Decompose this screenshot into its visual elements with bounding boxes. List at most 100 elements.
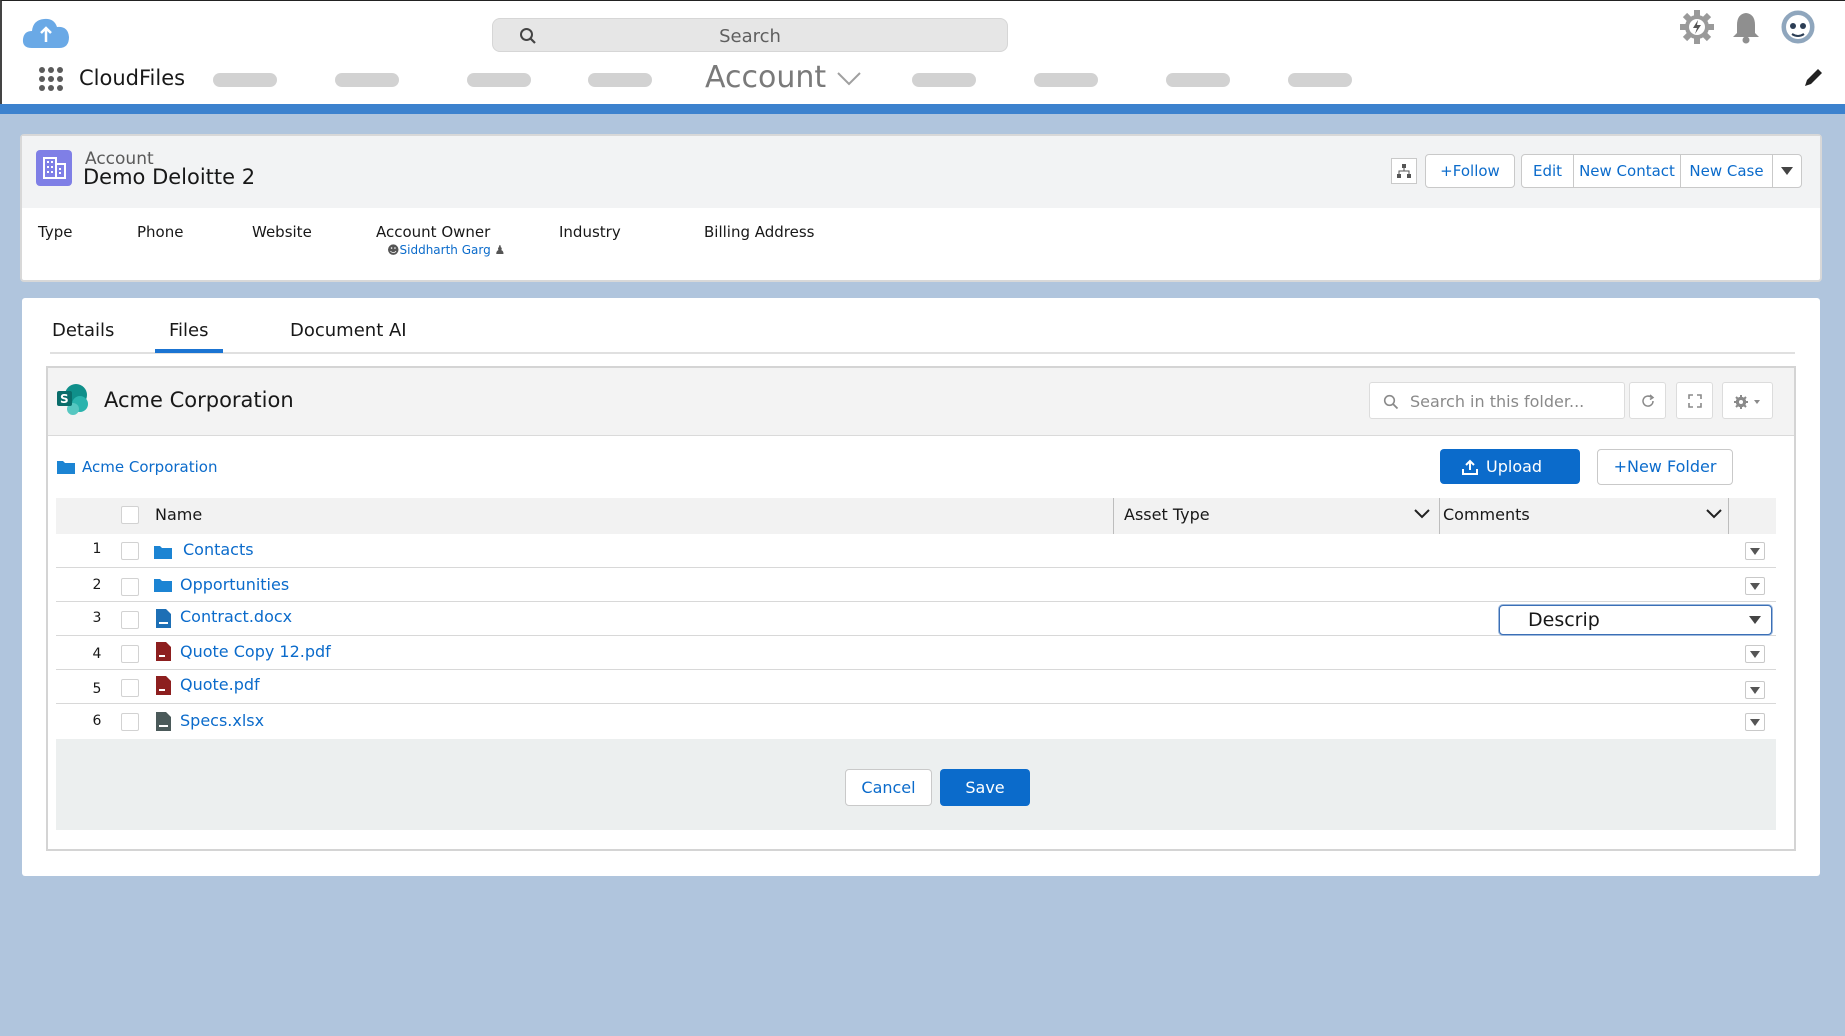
hierarchy-icon [1397, 164, 1411, 178]
file-name-link[interactable]: Quote.pdf [180, 675, 260, 694]
folder-icon [154, 579, 172, 592]
file-name-link[interactable]: Quote Copy 12.pdf [180, 642, 331, 661]
file-name-link[interactable]: Specs.xlsx [180, 711, 264, 730]
nav-item-placeholder[interactable] [1288, 73, 1352, 87]
caret-down-icon [1749, 616, 1761, 624]
field-industry-label: Industry [559, 223, 621, 241]
row-number: 6 [92, 713, 102, 729]
column-divider[interactable] [1439, 498, 1440, 534]
nav-item-account[interactable]: Account [705, 60, 862, 95]
nav-item-placeholder[interactable] [912, 73, 976, 87]
file-name-link[interactable]: Contract.docx [180, 607, 292, 626]
folder-search-input[interactable]: Search in this folder... [1369, 382, 1625, 419]
caret-down-icon [1750, 583, 1760, 590]
field-website-label: Website [252, 223, 312, 241]
row-actions-menu[interactable] [1745, 577, 1765, 595]
row-checkbox[interactable] [121, 679, 139, 697]
row-number: 5 [92, 681, 102, 697]
owner-avatar-icon: ☻ [387, 243, 400, 257]
nav-item-placeholder[interactable] [1034, 73, 1098, 87]
upload-files-button[interactable]: Upload Files [1440, 449, 1580, 511]
new-contact-button[interactable]: New Contact [1573, 154, 1681, 188]
nav-item-placeholder[interactable] [467, 73, 531, 87]
folder-search-placeholder: Search in this folder... [1410, 392, 1585, 411]
row-actions-menu[interactable] [1745, 542, 1765, 560]
column-divider[interactable] [1728, 498, 1729, 534]
nav-item-placeholder[interactable] [335, 73, 399, 87]
pdf-file-icon [156, 642, 171, 661]
active-tab-indicator [155, 349, 223, 353]
more-actions-button[interactable] [1772, 154, 1802, 188]
upload-icon [1462, 459, 1478, 475]
row-actions-menu[interactable] [1745, 713, 1765, 731]
column-header-comments[interactable]: Comments [1443, 505, 1530, 524]
row-checkbox[interactable] [121, 578, 139, 596]
new-folder-button[interactable]: +New Folder [1597, 449, 1733, 485]
chevron-down-icon[interactable] [1414, 508, 1430, 520]
nav-item-placeholder[interactable] [213, 73, 277, 87]
table-row[interactable]: 5 Quote.pdf [56, 670, 1776, 704]
caret-down-icon [1750, 687, 1760, 694]
table-row[interactable]: 2 Opportunities [56, 568, 1776, 602]
save-button[interactable]: Save [940, 769, 1030, 806]
folder-icon [154, 546, 172, 559]
plus-icon: + [1613, 457, 1627, 476]
global-search-input[interactable]: Search [492, 18, 1008, 52]
expand-icon [1688, 394, 1702, 408]
breadcrumb[interactable]: Acme Corporation [82, 458, 217, 476]
table-row[interactable]: 6 Specs.xlsx [56, 704, 1776, 740]
table-row[interactable]: 4 Quote Copy 12.pdf [56, 636, 1776, 670]
expand-button[interactable] [1676, 382, 1713, 419]
column-header-asset-type[interactable]: Asset Type [1124, 505, 1210, 524]
row-checkbox[interactable] [121, 713, 139, 731]
tab-files[interactable]: Files [169, 320, 209, 341]
account-owner-value: Siddharth Garg [399, 243, 491, 257]
new-case-button[interactable]: New Case [1680, 154, 1773, 188]
tab-document-ai[interactable]: Document AI [290, 320, 407, 341]
search-icon [1383, 394, 1399, 410]
hierarchy-button[interactable] [1391, 158, 1417, 184]
file-name-link[interactable]: Opportunities [180, 575, 289, 594]
settings-menu-button[interactable] [1722, 382, 1773, 419]
pdf-file-icon [156, 676, 171, 695]
header-accent-bar [0, 104, 1845, 114]
column-divider[interactable] [1113, 498, 1114, 534]
row-checkbox[interactable] [121, 611, 139, 629]
select-all-checkbox[interactable] [121, 506, 139, 524]
change-owner-icon[interactable]: ♟ [495, 243, 506, 257]
comments-select[interactable]: Descrip [1499, 605, 1772, 635]
cloud-logo-icon[interactable] [22, 14, 70, 50]
tab-details[interactable]: Details [52, 320, 114, 341]
field-account-owner-label: Account Owner [376, 223, 491, 241]
notification-bell-icon[interactable] [1731, 10, 1761, 44]
svg-text:S: S [60, 392, 69, 406]
follow-button[interactable]: +Follow [1425, 154, 1515, 188]
column-header-name[interactable]: Name [155, 505, 202, 524]
global-header [0, 0, 1845, 104]
chevron-down-icon[interactable] [1706, 508, 1722, 520]
edit-pencil-icon[interactable] [1802, 67, 1824, 89]
row-actions-menu[interactable] [1745, 681, 1765, 699]
user-avatar[interactable] [1779, 8, 1817, 46]
row-checkbox[interactable] [121, 542, 139, 560]
sharepoint-icon: S [57, 384, 88, 415]
caret-down-icon [1750, 548, 1760, 555]
refresh-button[interactable] [1629, 382, 1666, 419]
account-owner-link[interactable]: ☻Siddharth Garg ♟ [387, 243, 505, 257]
comments-select-value: Descrip [1528, 609, 1600, 631]
cancel-button[interactable]: Cancel [845, 769, 932, 806]
refresh-icon [1642, 394, 1655, 407]
row-number: 2 [92, 577, 102, 593]
setup-gear-icon[interactable] [1678, 8, 1716, 46]
row-actions-menu[interactable] [1745, 645, 1765, 663]
app-launcher-icon[interactable] [38, 66, 64, 92]
row-checkbox[interactable] [121, 645, 139, 663]
file-name-link[interactable]: Contacts [183, 540, 254, 559]
cloudfiles-folder-title: Acme Corporation [104, 388, 294, 412]
edit-button[interactable]: Edit [1521, 154, 1574, 188]
nav-item-placeholder[interactable] [588, 73, 652, 87]
table-row[interactable]: 1 Contacts [56, 534, 1776, 568]
row-number: 4 [92, 646, 102, 662]
account-object-icon [36, 150, 72, 186]
nav-item-placeholder[interactable] [1166, 73, 1230, 87]
